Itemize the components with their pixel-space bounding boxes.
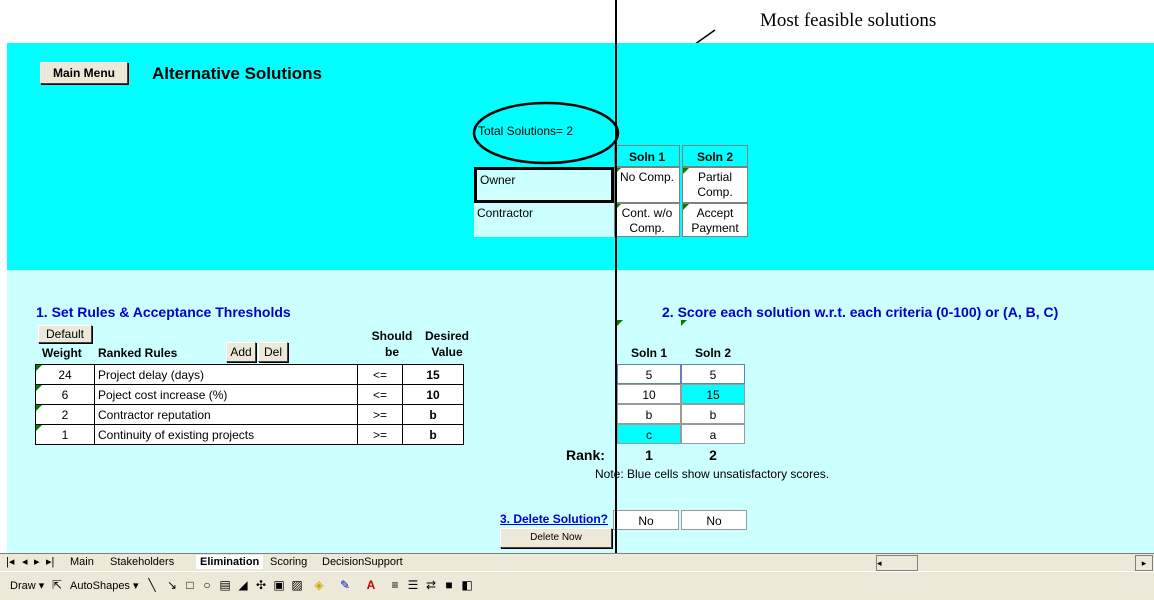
score-cell[interactable]: b xyxy=(617,404,681,424)
solution-cell[interactable]: No Comp. xyxy=(614,167,680,203)
rank-value: 2 xyxy=(709,447,717,463)
score-tri xyxy=(681,320,687,326)
solution-cell[interactable]: Partial Comp. xyxy=(682,167,748,203)
font-color-icon[interactable]: A xyxy=(364,578,378,592)
score-cell[interactable]: b xyxy=(681,404,745,424)
rectangle-icon[interactable]: □ xyxy=(183,578,197,592)
rules-heading: 1. Set Rules & Acceptance Thresholds xyxy=(36,304,291,320)
desired-cell[interactable]: 15 xyxy=(402,364,464,385)
should-cell[interactable]: >= xyxy=(357,424,403,445)
weight-header: Weight xyxy=(42,346,82,360)
tab-scoring[interactable]: Scoring xyxy=(270,555,307,569)
draw-menu[interactable]: Draw ▾ xyxy=(10,579,44,592)
desired-value-header: Desired Value xyxy=(424,329,470,359)
score-cell-unsatisfactory[interactable]: 15 xyxy=(681,384,745,404)
arrow-icon[interactable]: ↘ xyxy=(165,578,179,592)
default-button[interactable]: Default xyxy=(38,325,92,343)
desired-cell[interactable]: 10 xyxy=(402,384,464,405)
last-sheet-icon[interactable]: ▸| xyxy=(46,555,54,569)
table-row: 6 Poject cost increase (%) <= 10 xyxy=(35,384,464,405)
score-column-header: Soln 2 xyxy=(694,346,731,360)
solution-cell[interactable]: Cont. w/o Comp. xyxy=(614,203,680,237)
add-button[interactable]: Add xyxy=(226,342,256,362)
line-icon[interactable]: ╲ xyxy=(145,578,159,592)
drawing-toolbar: Draw ▾ ⇱ AutoShapes ▾ ╲ ↘ □ ○ ▤ ◢ ✣ ▣ ▨ … xyxy=(0,571,1154,600)
score-column-header: Soln 1 xyxy=(630,346,667,360)
delete-now-button[interactable]: Delete Now xyxy=(500,528,612,548)
page-title: Alternative Solutions xyxy=(152,64,323,83)
solutions-table: Soln 1 Soln 2 Owner No Comp. Partial Com… xyxy=(474,145,748,237)
delete-solution-heading: 3. Delete Solution? xyxy=(500,512,609,526)
oval-icon[interactable]: ○ xyxy=(200,578,214,592)
solution-column-header: Soln 2 xyxy=(682,145,748,167)
autoshapes-menu[interactable]: AutoShapes ▾ xyxy=(70,579,139,592)
score-cell[interactable]: a xyxy=(681,424,745,444)
rule-cell[interactable]: Continuity of existing projects xyxy=(94,424,358,445)
scroll-right-icon[interactable]: ▸ xyxy=(1135,555,1153,571)
note-text: Note: Blue cells show unsatisfactory sco… xyxy=(595,467,830,481)
rule-cell[interactable]: Poject cost increase (%) xyxy=(94,384,358,405)
rank-label: Rank: xyxy=(566,447,605,463)
dash-style-icon[interactable]: ☰ xyxy=(406,578,420,592)
weight-cell[interactable]: 1 xyxy=(35,424,95,445)
picture-icon[interactable]: ▨ xyxy=(290,578,304,592)
del-button[interactable]: Del xyxy=(258,342,288,362)
line-color-icon[interactable]: ✎ xyxy=(338,578,352,592)
score-tri xyxy=(617,320,623,326)
tab-stakeholders[interactable]: Stakeholders xyxy=(110,555,174,569)
solution-column-header: Soln 1 xyxy=(614,145,680,167)
should-cell[interactable]: <= xyxy=(357,384,403,405)
annotation-text: Most feasible solutions xyxy=(760,10,937,31)
desired-cell[interactable]: b xyxy=(402,424,464,445)
should-be-header: Should be xyxy=(371,329,413,359)
tab-elimination[interactable]: Elimination xyxy=(196,555,264,569)
rule-cell[interactable]: Project delay (days) xyxy=(94,364,358,385)
textbox-icon[interactable]: ▤ xyxy=(218,578,232,592)
weight-cell[interactable]: 24 xyxy=(35,364,95,385)
tab-main[interactable]: Main xyxy=(70,555,94,569)
score-cell[interactable]: 10 xyxy=(617,384,681,404)
should-cell[interactable]: <= xyxy=(357,364,403,385)
owner-label[interactable]: Owner xyxy=(474,167,614,203)
delete-cell[interactable]: No xyxy=(613,510,679,530)
desired-cell[interactable]: b xyxy=(402,404,464,425)
table-row: 1 Continuity of existing projects >= b xyxy=(35,424,464,445)
weight-cell[interactable]: 2 xyxy=(35,404,95,425)
shadow-icon[interactable]: ■ xyxy=(442,578,456,592)
should-cell[interactable]: >= xyxy=(357,404,403,425)
diagram-icon[interactable]: ✣ xyxy=(254,578,268,592)
3d-icon[interactable]: ◧ xyxy=(460,578,474,592)
sheet-tab-bar: |◂ ◂ ▸ ▸| Main Stakeholders Elimination … xyxy=(0,553,1154,571)
main-menu-button[interactable]: Main Menu xyxy=(40,62,128,84)
score-cell-unsatisfactory[interactable]: c xyxy=(617,424,681,444)
first-sheet-icon[interactable]: |◂ xyxy=(6,555,14,569)
fill-color-icon[interactable]: ◈ xyxy=(312,578,326,592)
tab-decisionsupport[interactable]: DecisionSupport xyxy=(322,555,403,569)
table-row: 2 Contractor reputation >= b xyxy=(35,404,464,425)
weight-cell[interactable]: 6 xyxy=(35,384,95,405)
prev-sheet-icon[interactable]: ◂ xyxy=(22,555,28,569)
rules-table: 24 Project delay (days) <= 15 6 Poject c… xyxy=(35,364,464,445)
rule-cell[interactable]: Contractor reputation xyxy=(94,404,358,425)
contractor-label[interactable]: Contractor xyxy=(474,203,614,237)
arrow-style-icon[interactable]: ⇄ xyxy=(424,578,438,592)
horizontal-scrollbar[interactable]: ◂ xyxy=(876,555,918,571)
rank-value: 1 xyxy=(645,447,653,463)
line-style-icon[interactable]: ≡ xyxy=(388,578,402,592)
divider-line xyxy=(615,0,617,553)
wordart-icon[interactable]: ◢ xyxy=(236,578,250,592)
ranked-rules-header: Ranked Rules xyxy=(98,346,178,360)
score-heading: 2. Score each solution w.r.t. each crite… xyxy=(662,304,1059,320)
delete-cell[interactable]: No xyxy=(681,510,747,530)
next-sheet-icon[interactable]: ▸ xyxy=(34,555,40,569)
score-cell[interactable]: 5 xyxy=(617,364,681,384)
clipart-icon[interactable]: ▣ xyxy=(272,578,286,592)
score-cell[interactable]: 5 xyxy=(681,364,745,384)
solution-cell[interactable]: Accept Payment xyxy=(682,203,748,237)
select-objects-icon[interactable]: ⇱ xyxy=(50,578,64,592)
table-row: 24 Project delay (days) <= 15 xyxy=(35,364,464,385)
